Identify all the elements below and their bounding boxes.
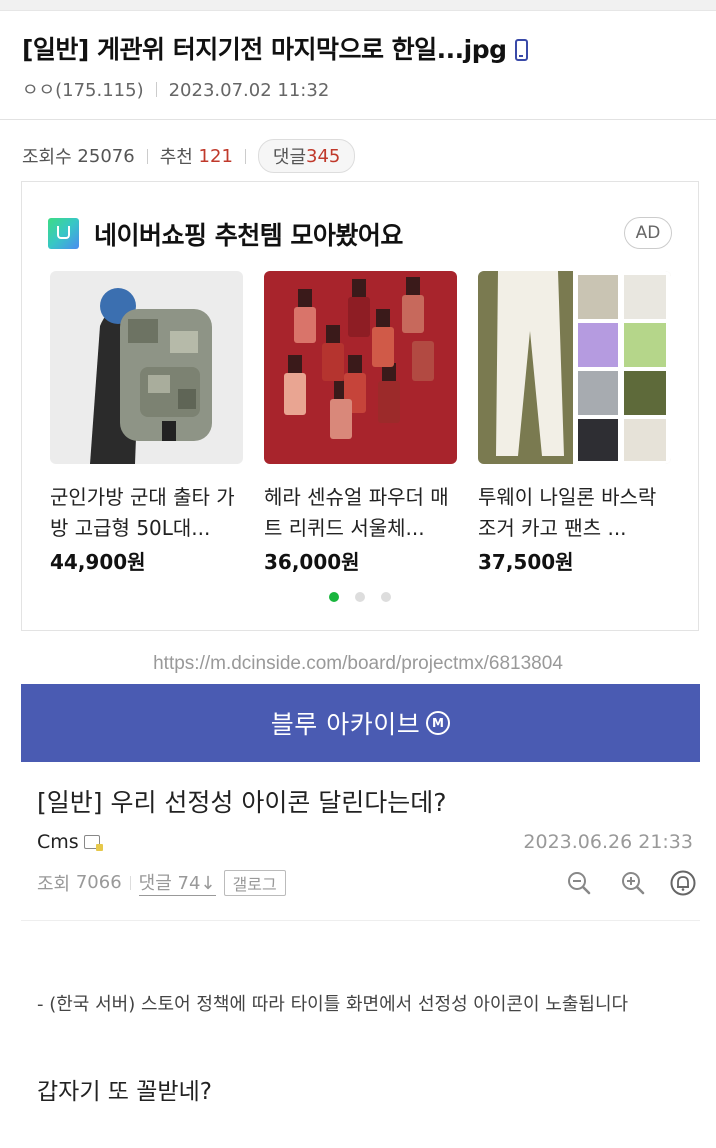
product-image-lip-tint[interactable] xyxy=(264,271,457,464)
gallery-banner-title: 블루 아카이브 xyxy=(270,710,421,739)
gallogo-button[interactable]: 갤로그 xyxy=(223,869,286,896)
lip-tint-bottles-image xyxy=(284,277,434,439)
comments-button[interactable]: 댓글 345 xyxy=(257,139,356,173)
zoom-out-icon[interactable] xyxy=(566,870,592,896)
embedded-body-text: 갑자기 또 꼴받네? xyxy=(37,1079,212,1105)
post-author[interactable]: ㅇㅇ(175.115) xyxy=(22,80,144,101)
post-datetime: 2023.07.02 11:32 xyxy=(168,80,330,101)
ad-product-card[interactable]: 군인가방 군대 출타 가방 고급형 50L대... 44,900원 xyxy=(50,271,243,575)
product-price: 37,500원 xyxy=(478,550,574,574)
product-name[interactable]: 투웨이 나일론 바스락 조거 카고 팬츠 ... xyxy=(478,482,671,544)
naver-shopping-logo xyxy=(48,218,79,249)
source-url[interactable]: https://m.dcinside.com/board/projectmx/6… xyxy=(0,653,716,675)
embedded-comments-label: 댓글 xyxy=(138,873,172,894)
product-price: 44,900원 xyxy=(50,550,146,574)
top-bar xyxy=(0,0,716,11)
post-title: [일반] 게관위 터지기전 마지막으로 한일...jpg xyxy=(22,30,528,66)
embedded-views-count: 7066 xyxy=(75,872,122,893)
comments-label: 댓글 xyxy=(272,147,307,168)
cargo-pants-image xyxy=(478,271,671,464)
embedded-post-stats: 조회 7066 댓글 74↓ 갤로그 xyxy=(37,869,286,896)
stats-divider xyxy=(244,148,246,164)
camo-backpack-image xyxy=(90,288,212,464)
product-name[interactable]: 군인가방 군대 출타 가방 고급형 50L대... xyxy=(50,482,243,544)
ad-product-card[interactable]: 투웨이 나일론 바스락 조거 카고 팬츠 ... 37,500원 xyxy=(478,271,671,575)
embedded-post-title: [일반] 우리 선정성 아이콘 달린다는데? xyxy=(37,788,447,817)
embedded-notice-text: - (한국 서버) 스토어 정책에 따라 타이틀 화면에서 선정성 아이콘이 노… xyxy=(37,994,629,1015)
notification-bell-icon[interactable] xyxy=(670,870,696,896)
pagination-dot[interactable] xyxy=(381,592,391,602)
minor-gallery-icon: M xyxy=(426,711,451,735)
product-name[interactable]: 헤라 센슈얼 파우더 매트 리퀴드 서울체... xyxy=(264,482,457,544)
ad-product-card[interactable]: 헤라 센슈얼 파우더 매트 리퀴드 서울체... 36,000원 xyxy=(264,271,457,575)
stats-divider xyxy=(146,148,148,164)
embedded-views-label: 조회 xyxy=(37,873,71,895)
author-name[interactable]: Cms xyxy=(37,831,79,853)
pagination-dot[interactable] xyxy=(355,592,365,602)
product-image-backpack[interactable] xyxy=(50,271,243,464)
zoom-in-icon[interactable] xyxy=(620,870,646,896)
recommend-label: 추천 xyxy=(159,147,193,168)
comments-count: 345 xyxy=(306,145,341,167)
embedded-comments-count: 74↓ xyxy=(177,873,216,894)
fixed-nick-icon xyxy=(83,835,103,851)
embedded-post-datetime: 2023.06.26 21:33 xyxy=(523,831,693,853)
meta-divider xyxy=(155,82,157,97)
header-divider xyxy=(0,119,716,120)
post-meta: ㅇㅇ(175.115) 2023.07.02 11:32 xyxy=(22,76,329,102)
ad-badge[interactable]: AD xyxy=(624,217,672,249)
content-divider xyxy=(21,920,700,921)
stats-divider xyxy=(129,875,131,890)
ad-title: 네이버쇼핑 추천템 모아봤어요 xyxy=(94,221,403,250)
mobile-icon xyxy=(514,39,528,61)
embedded-comments-link[interactable]: 댓글 74↓ xyxy=(138,869,216,896)
recommend-count: 121 xyxy=(198,145,233,167)
shopping-ad: 네이버쇼핑 추천템 모아봤어요 AD 군인가방 군대 출타 가방 고급형 50L… xyxy=(21,181,699,631)
post-title-text: [일반] 게관위 터지기전 마지막으로 한일...jpg xyxy=(22,35,507,64)
ad-pagination xyxy=(22,592,698,602)
views-count: 25076 xyxy=(77,145,135,167)
views-label: 조회수 xyxy=(22,147,72,168)
pagination-dot-active[interactable] xyxy=(329,592,339,602)
gallery-banner[interactable]: 블루 아카이브 M xyxy=(21,684,700,762)
product-image-cargo-pants[interactable] xyxy=(478,271,671,464)
product-price: 36,000원 xyxy=(264,550,360,574)
embedded-post-author: Cms xyxy=(37,831,103,853)
post-stats: 조회수 25076 추천 121 댓글 345 xyxy=(22,139,356,173)
